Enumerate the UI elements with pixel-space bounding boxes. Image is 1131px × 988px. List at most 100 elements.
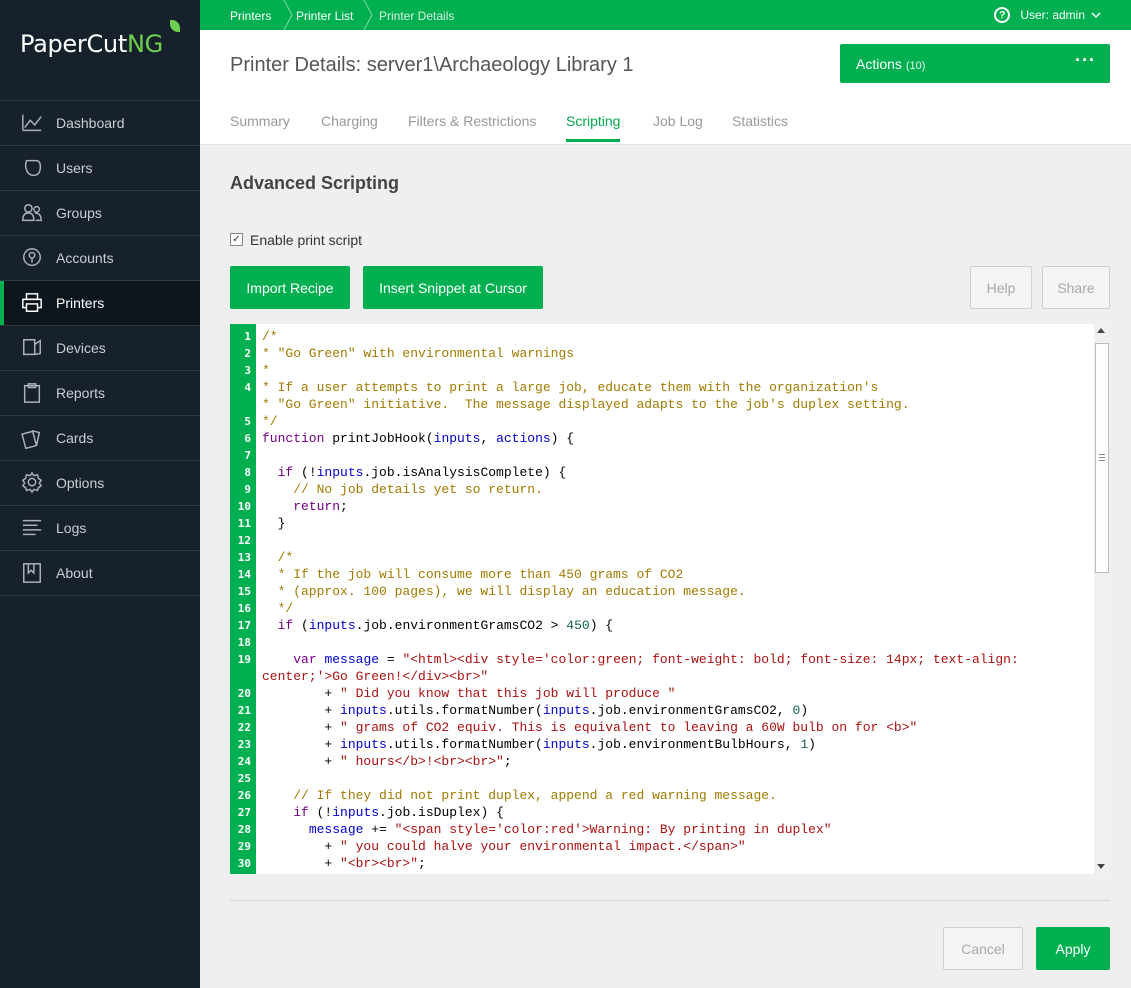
code-line[interactable]: message += "<span style='color:red'>Warn… xyxy=(262,821,1092,838)
code-line[interactable]: // No job details yet so return. xyxy=(262,481,1092,498)
accounts-icon xyxy=(23,248,41,267)
code-line[interactable]: if (!inputs.job.isAnalysisComplete) { xyxy=(262,464,1092,481)
sidebar-item-reports[interactable]: Reports xyxy=(0,371,200,416)
enable-print-script-label[interactable]: Enable print script xyxy=(250,232,362,248)
code-token: (! xyxy=(293,465,317,480)
scroll-down-icon[interactable] xyxy=(1097,864,1105,869)
tab-charging[interactable]: Charging xyxy=(321,113,378,129)
code-area[interactable]: /* * "Go Green" with environmental warnin… xyxy=(262,328,1092,874)
tab-scripting[interactable]: Scripting xyxy=(566,113,621,142)
code-token: if xyxy=(277,465,294,480)
code-line[interactable]: } xyxy=(262,515,1092,532)
sidebar-item-dashboard[interactable]: Dashboard xyxy=(0,101,200,146)
sidebar-item-devices[interactable]: Devices xyxy=(0,326,200,371)
breadcrumb-printers[interactable]: Printers xyxy=(230,9,271,23)
code-token: .job.isAnalysisComplete) { xyxy=(363,465,567,480)
code-token: * If a user attempts to print a large jo… xyxy=(262,380,879,395)
line-number: 28 xyxy=(237,823,251,836)
code-token: .job.isDuplex) { xyxy=(379,805,504,820)
code-line[interactable]: */ xyxy=(262,413,1092,430)
help-button[interactable]: Help xyxy=(970,266,1032,309)
code-line[interactable]: * "Go Green" initiative. The message dis… xyxy=(262,396,1092,413)
code-line[interactable]: + " you could halve your environmental i… xyxy=(262,838,1092,855)
code-token: + xyxy=(262,720,341,735)
tab-filters-restrictions[interactable]: Filters & Restrictions xyxy=(408,113,536,129)
reports-icon xyxy=(23,383,41,403)
code-line[interactable]: + " hours</b>!<br><br>"; xyxy=(262,753,1092,770)
code-line[interactable]: * "Go Green" with environmental warnings xyxy=(262,345,1092,362)
logo-leaf-icon xyxy=(170,20,180,32)
code-line[interactable]: if (!inputs.job.isDuplex) { xyxy=(262,804,1092,821)
line-number: 14 xyxy=(237,568,251,581)
code-line[interactable]: /* xyxy=(262,328,1092,345)
line-number: 21 xyxy=(237,704,251,717)
user-menu[interactable]: ? User: admin xyxy=(994,7,1101,23)
code-token: ) { xyxy=(550,431,575,446)
sidebar-item-about[interactable]: About xyxy=(0,551,200,596)
tab-statistics[interactable]: Statistics xyxy=(732,113,788,129)
code-token: */ xyxy=(262,414,278,429)
sidebar-item-cards[interactable]: Cards xyxy=(0,416,200,461)
sidebar-item-groups[interactable]: Groups xyxy=(0,191,200,236)
code-line[interactable] xyxy=(262,872,1092,874)
code-line[interactable]: * If the job will consume more than 450 … xyxy=(262,566,1092,583)
breadcrumb-printer-list[interactable]: Printer List xyxy=(296,9,353,23)
help-icon[interactable]: ? xyxy=(994,7,1011,23)
import-recipe-button[interactable]: Import Recipe xyxy=(230,266,350,309)
code-line[interactable]: + inputs.utils.formatNumber(inputs.job.e… xyxy=(262,702,1092,719)
code-line[interactable]: center;'>Go Green!</div><br>" xyxy=(262,668,1092,685)
sidebar-item-printers[interactable]: Printers xyxy=(0,281,200,326)
sidebar-item-users[interactable]: Users xyxy=(0,146,200,191)
code-line[interactable]: * xyxy=(262,362,1092,379)
sidebar-item-accounts[interactable]: Accounts xyxy=(0,236,200,281)
papercut-logo[interactable]: PaperCutNG xyxy=(20,30,163,58)
tab-job-log[interactable]: Job Log xyxy=(653,113,703,129)
code-token: .utils.formatNumber( xyxy=(386,737,543,752)
code-line[interactable]: * If a user attempts to print a large jo… xyxy=(262,379,1092,396)
scroll-thumb[interactable] xyxy=(1095,343,1109,573)
code-line[interactable]: var message = "<html><div style='color:g… xyxy=(262,651,1092,668)
code-line[interactable] xyxy=(262,770,1092,787)
code-line[interactable] xyxy=(262,447,1092,464)
sidebar-item-label: Users xyxy=(56,160,93,176)
code-line[interactable]: function printJobHook(inputs, actions) { xyxy=(262,430,1092,447)
cancel-button[interactable]: Cancel xyxy=(943,927,1023,970)
code-line[interactable]: + " Did you know that this job will prod… xyxy=(262,685,1092,702)
sidebar-item-label: Reports xyxy=(56,385,106,401)
code-line[interactable]: */ xyxy=(262,600,1092,617)
code-token: "<html><div style='color:green; font-wei… xyxy=(402,652,1019,667)
sidebar-item-label: Logs xyxy=(56,520,87,536)
code-token: var xyxy=(293,652,317,667)
code-line[interactable]: + inputs.utils.formatNumber(inputs.job.e… xyxy=(262,736,1092,753)
script-editor[interactable]: 1 2 3 4 5 6 7 8 9 10 11 12 13 14 15 16 17 18 19 20 21 22 23 24 2… xyxy=(230,324,1110,874)
apply-button[interactable]: Apply xyxy=(1036,927,1110,970)
sidebar-item-options[interactable]: Options xyxy=(0,461,200,506)
code-line[interactable]: * (approx. 100 pages), we will display a… xyxy=(262,583,1092,600)
tab-summary[interactable]: Summary xyxy=(230,113,290,129)
editor-scrollbar[interactable] xyxy=(1094,324,1110,874)
code-line[interactable]: // If they did not print duplex, append … xyxy=(262,787,1092,804)
line-number: 12 xyxy=(237,534,251,547)
line-number: 2 xyxy=(244,347,251,360)
insert-snippet-button[interactable]: Insert Snippet at Cursor xyxy=(363,266,543,309)
sidebar-item-logs[interactable]: Logs xyxy=(0,506,200,551)
enable-print-script-checkbox[interactable]: ✓ xyxy=(230,233,243,246)
code-line[interactable]: if (inputs.job.environmentGramsCO2 > 450… xyxy=(262,617,1092,634)
code-line[interactable]: + " grams of CO2 equiv. This is equivale… xyxy=(262,719,1092,736)
share-button[interactable]: Share xyxy=(1042,266,1110,309)
user-label: User: admin xyxy=(1020,8,1085,22)
code-token: * xyxy=(262,363,270,378)
code-line[interactable]: + "<br><br>"; xyxy=(262,855,1092,872)
line-number: 27 xyxy=(237,806,251,819)
actions-count: (10) xyxy=(905,60,926,72)
code-line[interactable]: return; xyxy=(262,498,1092,515)
scroll-up-icon[interactable] xyxy=(1097,328,1105,333)
code-token: ) xyxy=(808,737,816,752)
code-line[interactable]: /* xyxy=(262,549,1092,566)
actions-button[interactable]: Actions (10) ··· xyxy=(840,44,1110,83)
code-line[interactable] xyxy=(262,532,1092,549)
code-line[interactable] xyxy=(262,634,1092,651)
code-token: inputs xyxy=(332,805,380,820)
